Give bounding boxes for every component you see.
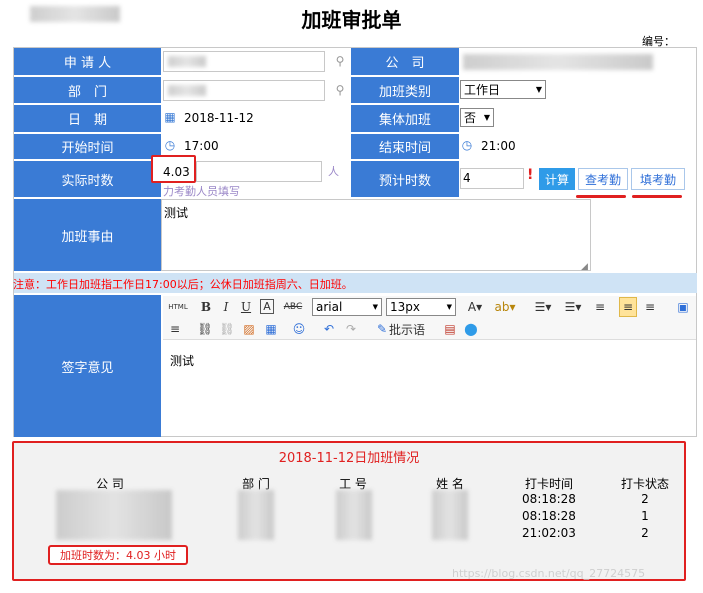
punch-time-cell: 08:18:28 bbox=[522, 492, 576, 506]
search-icon[interactable]: ⚲ bbox=[333, 81, 347, 99]
location-pin-icon[interactable]: ⬤ bbox=[462, 319, 480, 339]
font-size-select[interactable]: 13px ▼ bbox=[386, 298, 456, 316]
header-punch-status: 打卡状态 bbox=[620, 477, 669, 491]
underline-mark bbox=[632, 195, 682, 198]
dropdown-arrow-icon: ▼ bbox=[446, 303, 452, 311]
name-cells-blur bbox=[432, 490, 468, 540]
company-value-blur bbox=[463, 54, 653, 70]
date-label: 日 期 bbox=[14, 105, 161, 132]
company-label: 公 司 bbox=[351, 48, 459, 75]
start-time-label: 开始时间 bbox=[14, 134, 161, 159]
department-cells-blur bbox=[238, 490, 274, 540]
reason-label: 加班事由 bbox=[14, 199, 161, 271]
punch-status-cell: 2 bbox=[641, 526, 649, 540]
sign-label: 签字意见 bbox=[14, 295, 161, 437]
unlink-icon[interactable]: ⛓ bbox=[218, 319, 236, 339]
strikethrough-icon[interactable]: ABC bbox=[282, 297, 304, 317]
required-mark: ! bbox=[527, 167, 534, 183]
estimated-hours-label: 预计时数 bbox=[351, 161, 459, 197]
estimated-hours-value: 4 bbox=[463, 171, 471, 185]
punch-status-cell: 1 bbox=[641, 509, 649, 523]
bold-icon[interactable]: B bbox=[198, 297, 214, 317]
screenshot-icon[interactable]: ▤ bbox=[441, 319, 459, 339]
unordered-list-icon[interactable]: ☰▾ bbox=[560, 297, 586, 317]
calendar-icon[interactable]: ▦ bbox=[163, 110, 177, 124]
align-left-icon[interactable]: ≡ bbox=[619, 297, 637, 317]
clock-icon[interactable]: ◷ bbox=[163, 138, 177, 152]
group-ot-value: 否 bbox=[464, 111, 477, 125]
punch-time-cell: 21:02:03 bbox=[522, 526, 576, 540]
fill-attendance-button[interactable]: 填考勤 bbox=[631, 168, 685, 190]
end-time-label: 结束时间 bbox=[351, 134, 459, 159]
start-time-value[interactable]: 17:00 bbox=[184, 139, 219, 153]
end-time-value[interactable]: 21:00 bbox=[481, 139, 516, 153]
punch-time-cell: 08:18:28 bbox=[522, 509, 576, 523]
attendance-title: 2018-11-12日加班情况 bbox=[278, 451, 420, 466]
ordered-list-icon[interactable]: ☰▾ bbox=[530, 297, 556, 317]
actual-hours-field[interactable] bbox=[196, 161, 322, 182]
resize-handle-icon[interactable]: ◢ bbox=[581, 262, 588, 272]
company-cells-blur bbox=[56, 490, 172, 540]
actual-hours-value: 4.03 bbox=[163, 165, 190, 179]
reason-textarea[interactable] bbox=[161, 199, 591, 271]
highlight-color-icon[interactable]: ab▾ bbox=[490, 297, 520, 317]
underline-icon[interactable]: U bbox=[238, 297, 254, 317]
dropdown-arrow-icon: ▼ bbox=[535, 85, 542, 94]
font-color-icon[interactable]: A▾ bbox=[462, 297, 488, 317]
actual-hours-hint: 力考勤人员填写 bbox=[163, 185, 240, 198]
punch-status-cell: 2 bbox=[641, 492, 649, 506]
date-value[interactable]: 2018-11-12 bbox=[184, 111, 254, 125]
fullscreen-icon[interactable]: ▣ bbox=[675, 297, 691, 317]
department-label: 部 门 bbox=[14, 77, 161, 103]
applicant-label: 申 请 人 bbox=[14, 48, 161, 75]
undo-icon[interactable]: ↶ bbox=[320, 319, 338, 339]
align-center-icon[interactable]: ≡ bbox=[642, 297, 658, 317]
html-source-button[interactable]: HTML bbox=[166, 297, 190, 317]
approval-phrase-button[interactable]: ✎ 批示语 bbox=[370, 319, 432, 339]
search-icon[interactable]: ⚲ bbox=[333, 52, 347, 70]
ot-type-select[interactable]: 工作日 ▼ bbox=[460, 80, 546, 99]
font-family-value: arial bbox=[316, 300, 343, 314]
sign-value[interactable]: 测试 bbox=[170, 352, 194, 369]
table-icon[interactable]: ▦ bbox=[262, 319, 280, 339]
italic-icon[interactable]: I bbox=[218, 297, 234, 317]
dropdown-arrow-icon: ▼ bbox=[372, 303, 378, 311]
font-family-select[interactable]: arial ▼ bbox=[312, 298, 382, 316]
calculate-button[interactable]: 计算 bbox=[539, 168, 575, 190]
applicant-value-blur bbox=[168, 56, 206, 67]
actual-hours-label: 实际时数 bbox=[14, 161, 161, 197]
font-border-icon[interactable]: A bbox=[260, 299, 274, 314]
header-punch-time: 打卡时间 bbox=[524, 477, 573, 491]
redo-icon[interactable]: ↷ bbox=[342, 319, 360, 339]
ot-type-value: 工作日 bbox=[464, 83, 501, 97]
reason-value: 测试 bbox=[164, 206, 189, 220]
indent-icon[interactable]: ≡ bbox=[166, 319, 184, 339]
group-ot-label: 集体加班 bbox=[351, 105, 459, 132]
emoji-icon[interactable]: ☺ bbox=[290, 319, 308, 339]
employee-id-cells-blur bbox=[336, 490, 372, 540]
dropdown-arrow-icon: ▼ bbox=[483, 113, 490, 122]
underline-mark bbox=[576, 195, 626, 198]
ot-type-label: 加班类别 bbox=[351, 77, 459, 103]
check-attendance-button[interactable]: 查考勤 bbox=[578, 168, 628, 190]
watermark: https://blog.csdn.net/qq_27724575 bbox=[452, 567, 646, 580]
approval-phrase-label: 批示语 bbox=[389, 322, 426, 337]
link-icon[interactable]: ⛓ bbox=[196, 319, 214, 339]
line-height-icon[interactable]: ≡ bbox=[592, 297, 608, 317]
notice-text: 注意：工作日加班指工作日17:00以后；公休日加班指周六、日加班。 bbox=[13, 278, 353, 291]
overtime-summary: 加班时数为：4.03 小时 bbox=[48, 545, 188, 565]
font-size-value: 13px bbox=[390, 300, 420, 314]
page-title: 加班审批单 bbox=[301, 8, 402, 32]
department-value-blur bbox=[168, 85, 206, 96]
actual-hours-unit: 人 bbox=[328, 165, 339, 178]
image-icon[interactable]: ▨ bbox=[240, 319, 258, 339]
group-ot-select[interactable]: 否 ▼ bbox=[460, 108, 494, 127]
edit-icon: ✎ bbox=[376, 322, 388, 336]
clock-icon[interactable]: ◷ bbox=[460, 138, 474, 152]
